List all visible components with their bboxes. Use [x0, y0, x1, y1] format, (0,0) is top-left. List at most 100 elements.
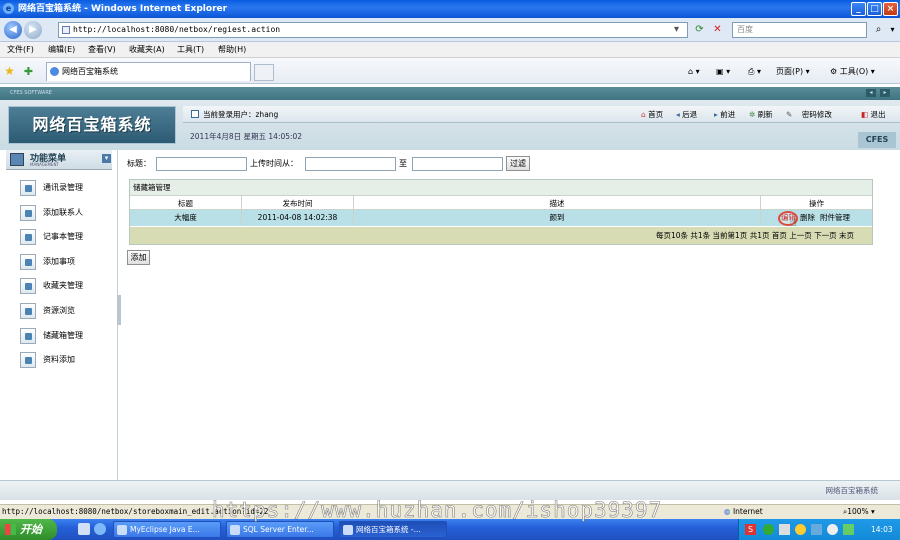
add-item-icon [20, 254, 36, 270]
sidebar-label: 收藏夹管理 [43, 281, 83, 290]
delete-link[interactable]: 删除 [800, 210, 815, 226]
sidebar-item-resources[interactable]: 资源浏览 [20, 302, 115, 320]
search-input[interactable]: 百度 [732, 22, 867, 38]
user-icon [191, 110, 199, 118]
menu-file[interactable]: 文件(F) [7, 44, 34, 56]
start-label: 开始 [20, 523, 42, 536]
home-link-label: 首页 [648, 110, 664, 119]
tools-menu[interactable]: ⚙ 工具(O) ▾ [830, 66, 875, 77]
tray-network-icon[interactable] [779, 524, 790, 535]
menu-edit[interactable]: 编辑(E) [48, 44, 75, 56]
attachment-link[interactable]: 附件管理 [820, 210, 850, 226]
to-label: 至 [399, 159, 407, 168]
key-icon: ✎ [786, 110, 793, 119]
sidebar-item-add-item[interactable]: 添加事项 [20, 253, 115, 271]
upload-to-input[interactable] [412, 157, 503, 171]
quicklaunch-desktop-icon[interactable] [78, 523, 90, 535]
zoom-text: 100% [847, 507, 869, 516]
print-icon[interactable]: ⎙ ▾ [748, 66, 761, 77]
home-link[interactable]: ⌂ 首页 [641, 106, 663, 123]
windows-flag-icon [5, 524, 16, 535]
clock[interactable]: 14:03 [871, 519, 893, 540]
collapse-icon[interactable]: ▾ [102, 154, 111, 163]
menu-view[interactable]: 查看(V) [88, 44, 116, 56]
start-button[interactable]: 开始 [0, 519, 57, 540]
address-input[interactable]: http://localhost:8080/netbox/regiest.act… [58, 22, 688, 38]
ie-icon: e [3, 3, 14, 14]
col-time: 发布时间 [242, 196, 354, 211]
upload-from-label: 上传时间从： [250, 159, 298, 168]
contacts-icon [20, 180, 36, 196]
close-window-button[interactable]: × [883, 2, 898, 16]
cell-title: 大幅度 [130, 210, 242, 226]
tray-ime-icon[interactable] [763, 524, 774, 535]
password-link[interactable]: ✎ 密码修改 [786, 106, 832, 123]
search-options-icon[interactable]: ▾ [886, 23, 899, 36]
strip-left-icon[interactable]: ◂ [866, 89, 876, 97]
system-tray: S 14:03 [738, 519, 900, 540]
task-ie[interactable]: 网络百宝箱系统 -... [339, 521, 447, 538]
tab-row: ★ ✚ 网络百宝箱系统 ⌂ ▾ ▣ ▾ ⎙ ▾ 页面(P) ▾ ⚙ 工具(O) … [0, 58, 900, 84]
title-input[interactable] [156, 157, 247, 171]
sidebar-item-contacts[interactable]: 通讯录管理 [20, 179, 115, 197]
stop-icon[interactable]: ✕ [711, 23, 724, 36]
feeds-icon[interactable]: ▣ ▾ [716, 66, 730, 77]
refresh-link-label: 刷新 [757, 110, 773, 119]
add-favorite-icon[interactable]: ✚ [22, 65, 35, 78]
page-menu[interactable]: 页面(P) ▾ [776, 66, 810, 77]
tray-shield-icon[interactable] [843, 524, 854, 535]
tab-current[interactable]: 网络百宝箱系统 [46, 62, 251, 81]
house-icon: ⌂ [641, 110, 646, 119]
menu-subtitle: MANAGEMENT [30, 162, 59, 167]
forward-link[interactable]: ▸ 前进 [714, 106, 735, 123]
quicklaunch-ie-icon[interactable] [94, 523, 106, 535]
sidebar-item-storebox[interactable]: 储藏箱管理 [20, 327, 115, 345]
sidebar-item-add-contact[interactable]: 添加联系人 [20, 204, 115, 222]
maximize-button[interactable]: □ [867, 2, 882, 16]
refresh-link[interactable]: ✲ 刷新 [749, 106, 773, 123]
sidebar-item-add-material[interactable]: 资料添加 [20, 351, 115, 369]
globe-icon: ◍ [724, 507, 731, 516]
ie-task-icon [343, 525, 353, 535]
tray-display-icon[interactable] [811, 524, 822, 535]
task-label: SQL Server Enter... [243, 525, 314, 534]
tab-title: 网络百宝箱系统 [62, 67, 118, 76]
myeclipse-icon [117, 525, 127, 535]
sidebar-item-notebook[interactable]: 记事本管理 [20, 228, 115, 246]
task-sqlserver[interactable]: SQL Server Enter... [226, 521, 334, 538]
tray-volume-icon[interactable] [827, 524, 838, 535]
home-icon[interactable]: ⌂ ▾ [688, 66, 700, 77]
tray-app-icon[interactable] [795, 524, 806, 535]
tray-s-icon[interactable]: S [745, 524, 756, 535]
minimize-button[interactable]: _ [851, 2, 866, 16]
add-button[interactable]: 添加 [127, 250, 150, 265]
sidebar-item-favorites[interactable]: 收藏夹管理 [20, 277, 115, 295]
tab-ie-icon [50, 67, 59, 76]
strip-right-icon[interactable]: ▸ [880, 89, 890, 97]
zone-indicator: ◍ Internet [724, 505, 763, 519]
task-myeclipse[interactable]: MyEclipse Java E... [113, 521, 221, 538]
menu-favorites[interactable]: 收藏夹(A) [129, 44, 165, 56]
sidebar-label: 储藏箱管理 [43, 331, 83, 340]
address-dropdown-icon[interactable]: ▾ [670, 23, 683, 36]
menu-tools[interactable]: 工具(T) [177, 44, 204, 56]
new-tab-button[interactable] [254, 64, 274, 81]
back-link[interactable]: ◂ 后退 [676, 106, 697, 123]
zoom-control[interactable]: ⌕100% ▾ [843, 505, 875, 519]
back-button[interactable]: ◀ [4, 21, 22, 39]
refresh-icon[interactable]: ⟳ [693, 23, 706, 36]
forward-link-label: 前进 [720, 110, 736, 119]
add-material-icon [20, 352, 36, 368]
logout-link-label: 退出 [870, 110, 886, 119]
pager[interactable]: 每页10条 共1条 当前第1页 共1页 首页 上一页 下一页 末页 [130, 227, 872, 244]
menu-icon [10, 153, 24, 166]
forward-button[interactable]: ▶ [24, 21, 42, 39]
window-title: 网络百宝箱系统 - Windows Internet Explorer [18, 4, 228, 14]
menu-bar: 文件(F) 编辑(E) 查看(V) 收藏夹(A) 工具(T) 帮助(H) [0, 42, 900, 58]
menu-help[interactable]: 帮助(H) [218, 44, 246, 56]
logout-link[interactable]: ◧ 退出 [861, 106, 885, 123]
filter-button[interactable]: 过滤 [506, 156, 530, 171]
favorites-star-icon[interactable]: ★ [3, 65, 16, 78]
upload-from-input[interactable] [305, 157, 396, 171]
search-icon[interactable]: ⌕ [872, 23, 885, 36]
